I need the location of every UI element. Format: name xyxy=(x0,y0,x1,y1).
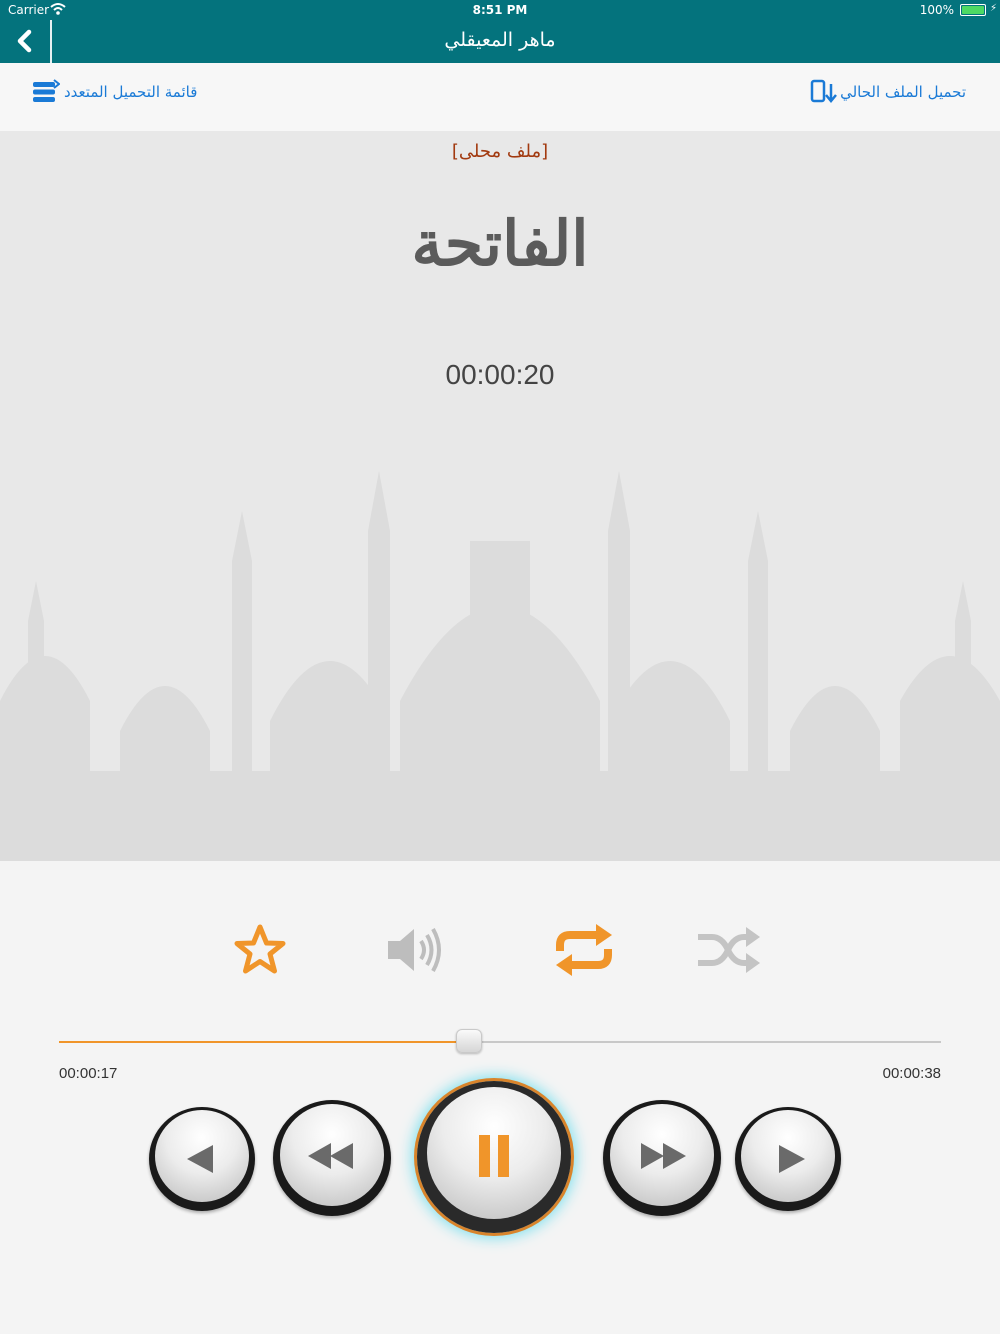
seek-thumb[interactable] xyxy=(456,1029,483,1053)
mosque-skyline-illustration xyxy=(0,471,1000,861)
fast-forward-button[interactable] xyxy=(603,1100,721,1216)
multi-download-list-button[interactable]: قائمة التحميل المتعدد xyxy=(32,77,197,107)
next-button[interactable] xyxy=(735,1107,841,1211)
speaker-icon[interactable] xyxy=(384,923,444,977)
current-time: 00:00:17 xyxy=(59,1065,118,1082)
elapsed-time-display: 00:00:20 xyxy=(445,359,555,390)
clock: 8:51 PM xyxy=(472,3,528,17)
star-icon[interactable] xyxy=(232,923,288,977)
stack-list-icon xyxy=(33,79,60,102)
rewind-icon xyxy=(308,1143,353,1169)
phone-download-icon xyxy=(810,79,838,103)
rewind-button[interactable] xyxy=(273,1100,391,1216)
reciter-title: ماهر المعيقلي xyxy=(444,29,556,51)
charging-icon: ⚡ xyxy=(989,3,997,14)
download-current-button[interactable]: تحميل الملف الحالي xyxy=(810,77,966,107)
multi-download-label: قائمة التحميل المتعدد xyxy=(64,83,198,101)
pause-icon xyxy=(479,1135,509,1177)
surah-name: الفاتحة xyxy=(411,207,589,280)
battery-icon xyxy=(960,4,986,16)
download-toolbar: قائمة التحميل المتعدد تحميل الملف الحالي xyxy=(0,63,1000,131)
pause-button[interactable] xyxy=(417,1081,571,1233)
fast-forward-icon xyxy=(641,1143,686,1169)
previous-icon xyxy=(187,1145,213,1173)
now-playing-area: [ملف محلى] الفاتحة 00:00:20 xyxy=(0,131,1000,861)
player-controls: 00:00:17 00:00:38 xyxy=(0,861,1000,1334)
local-file-tag: [ملف محلى] xyxy=(451,141,549,162)
status-bar: Carrier 8:51 PM 100% ⚡ xyxy=(0,0,1000,20)
repeat-icon[interactable] xyxy=(552,921,616,979)
shuffle-icon[interactable] xyxy=(696,923,762,977)
nav-bar: ماهر المعيقلي xyxy=(0,20,1000,63)
next-icon xyxy=(779,1145,805,1173)
total-time: 00:00:38 xyxy=(882,1065,941,1082)
download-current-label: تحميل الملف الحالي xyxy=(840,83,966,101)
seek-progress xyxy=(59,1041,470,1043)
previous-button[interactable] xyxy=(149,1107,255,1211)
battery-percent: 100% xyxy=(919,3,954,17)
seek-slider[interactable] xyxy=(59,1029,941,1053)
